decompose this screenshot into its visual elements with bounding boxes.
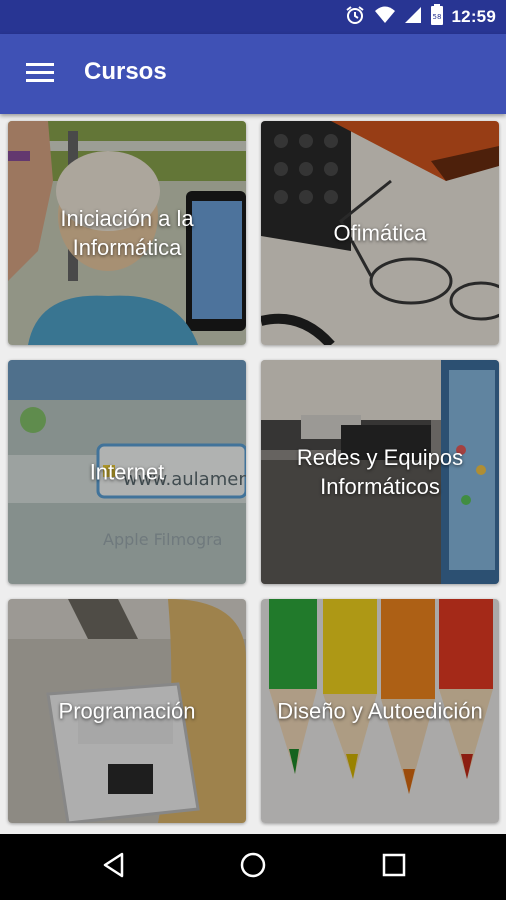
- hamburger-menu-icon: [26, 61, 54, 88]
- status-icons: 58 12:59: [344, 0, 496, 34]
- course-card-ofimatica[interactable]: Ofimática: [261, 121, 499, 345]
- course-label-line2: Informática: [72, 235, 182, 260]
- course-label: Ofimática: [261, 219, 499, 248]
- home-button[interactable]: [229, 848, 277, 886]
- course-label: Diseño y Autoedición: [261, 697, 499, 726]
- alarm-icon: [344, 4, 366, 31]
- course-label-line1: Redes y Equipos: [296, 445, 464, 470]
- recents-icon: [382, 853, 406, 882]
- status-bar: 58 12:59: [0, 0, 506, 34]
- menu-button[interactable]: [14, 52, 66, 96]
- page-title: Cursos: [84, 58, 167, 85]
- course-label-line1: Internet: [89, 459, 165, 485]
- recents-button[interactable]: [370, 848, 418, 886]
- back-button[interactable]: [90, 848, 138, 886]
- svg-text:58: 58: [432, 13, 441, 21]
- course-label-line1: Diseño y Autoedición: [277, 698, 483, 724]
- course-label-line1: Iniciación a la: [60, 206, 194, 231]
- course-label-line2: Informáticos: [320, 474, 440, 499]
- course-label: Redes y Equipos Informáticos: [261, 443, 499, 501]
- course-card-programacion[interactable]: Programación: [8, 599, 246, 823]
- system-nav-bar: [0, 834, 506, 900]
- course-label-line1: Ofimática: [333, 220, 427, 246]
- course-card-iniciacion[interactable]: Iniciación a la Informática: [8, 121, 246, 345]
- app-bar: Cursos: [0, 34, 506, 114]
- back-icon: [102, 852, 126, 883]
- course-label: Iniciación a la Informática: [8, 204, 246, 262]
- course-label: Programación: [8, 697, 246, 726]
- status-time: 12:59: [451, 7, 496, 26]
- course-grid: Iniciación a la Informática Ofimática ww…: [0, 114, 506, 834]
- cellular-signal-icon: [404, 6, 422, 29]
- course-card-internet[interactable]: www.aulamento Apple Filmogra Internet: [8, 360, 246, 584]
- course-card-diseno[interactable]: Diseño y Autoedición: [261, 599, 499, 823]
- home-icon: [239, 851, 267, 884]
- course-card-redes[interactable]: Redes y Equipos Informáticos: [261, 360, 499, 584]
- battery-icon: 58: [430, 3, 444, 31]
- wifi-icon: [374, 5, 396, 30]
- course-label-line1: Programación: [58, 698, 196, 724]
- course-label: Internet: [8, 458, 246, 487]
